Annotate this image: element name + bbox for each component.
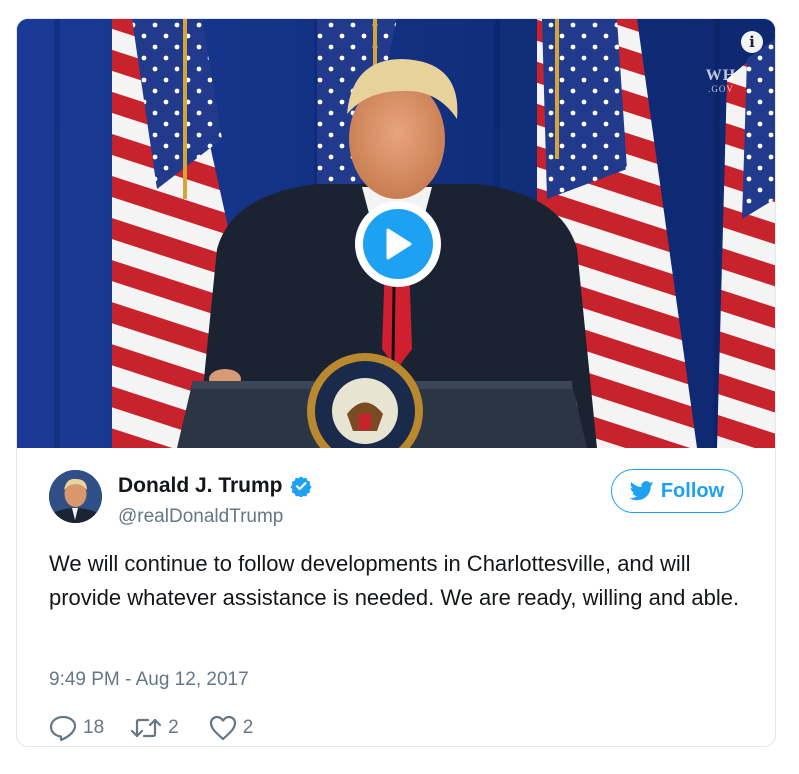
tweet-text: We will continue to follow developments … bbox=[49, 551, 740, 610]
reply-icon bbox=[49, 715, 77, 741]
retweet-count: 2 bbox=[168, 717, 179, 738]
watermark-line2: .GOV bbox=[708, 84, 734, 94]
whitehouse-watermark: WH .GOV bbox=[701, 67, 741, 101]
info-symbol: i bbox=[749, 32, 755, 51]
follow-label: Follow bbox=[660, 479, 725, 502]
play-button[interactable] bbox=[355, 201, 441, 287]
follow-button[interactable]: Follow bbox=[611, 469, 743, 513]
tweet-timestamp[interactable]: 9:49 PM - Aug 12, 2017 bbox=[49, 669, 249, 691]
like-button[interactable]: 2 bbox=[209, 715, 254, 741]
reply-button[interactable]: 18 bbox=[49, 715, 104, 741]
author-name-line: Donald J. Trump bbox=[118, 474, 312, 498]
verified-badge-icon bbox=[289, 476, 312, 497]
retweet-icon bbox=[131, 718, 162, 738]
video-thumbnail[interactable]: i WH .GOV bbox=[17, 19, 775, 448]
like-count: 2 bbox=[242, 717, 254, 738]
embedded-tweet-card: i WH .GOV Donald J. Trump @realDonaldTru… bbox=[16, 18, 776, 747]
tweet-actions: 18 2 2 bbox=[49, 715, 253, 741]
author-handle[interactable]: @realDonaldTrump bbox=[118, 506, 283, 528]
bird-icon bbox=[629, 481, 654, 501]
retweet-button[interactable]: 2 bbox=[130, 716, 179, 740]
watermark-line1: WH bbox=[705, 67, 737, 84]
info-icon[interactable]: i bbox=[741, 31, 763, 53]
avatar[interactable] bbox=[49, 470, 102, 523]
author-display-name[interactable]: Donald J. Trump bbox=[118, 474, 283, 498]
play-icon bbox=[363, 209, 433, 279]
heart-icon bbox=[209, 715, 236, 741]
reply-count: 18 bbox=[83, 717, 105, 738]
